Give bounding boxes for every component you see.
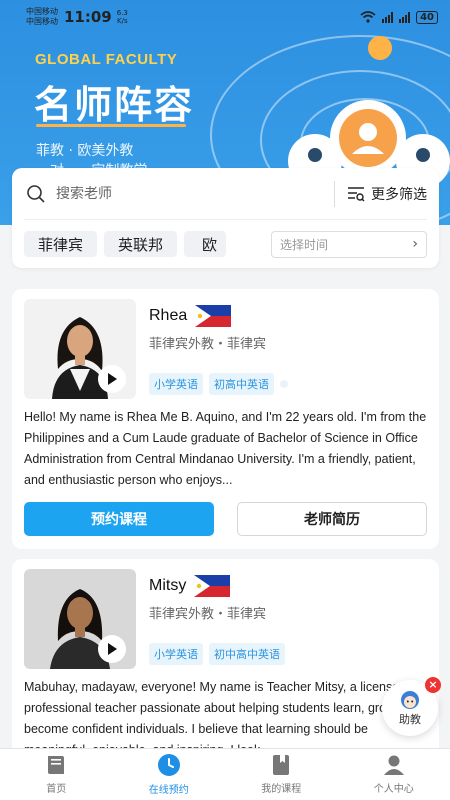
time-select[interactable]: 选择时间 › (271, 230, 427, 258)
book-icon (48, 756, 65, 774)
play-icon (108, 373, 117, 385)
book-course-button[interactable]: 预约课程 (24, 502, 214, 536)
nav-label: 我的课程 (261, 784, 302, 795)
region-chip-europe[interactable]: 欧 (184, 231, 227, 257)
teacher-bio: Hello! My name is Rhea Me B. Aquino, and… (24, 410, 427, 487)
more-tags-dot (280, 380, 288, 388)
subject-tag: 初中高中英语 (209, 643, 285, 665)
carrier-1: 中国移动 (26, 7, 58, 16)
teacher-bio: Mabuhay, madayaw, everyone! My name is T… (24, 680, 422, 757)
time-select-placeholder: 选择时间 (280, 237, 329, 252)
philippines-flag-icon (195, 305, 232, 327)
hero-tagline: 菲教 · 欧美外教 (36, 143, 134, 159)
nav-my-courses[interactable]: 我的课程 (225, 749, 338, 800)
nav-online-booking[interactable]: 在线预约 (113, 749, 226, 800)
search-icon (27, 184, 45, 203)
subject-tag: 小学英语 (149, 643, 203, 665)
decorative-dot (368, 36, 392, 60)
status-bar: 中国移动 中国移动 11:09 6.3 K/s 40 (0, 0, 450, 34)
philippines-flag-icon (194, 575, 231, 597)
title-underline (36, 124, 186, 127)
nav-label: 在线预约 (148, 785, 189, 796)
assistant-button[interactable]: 助教 × (382, 677, 441, 736)
signal-icon (399, 11, 411, 23)
nav-home[interactable]: 首页 (0, 749, 113, 800)
teacher-card[interactable]: Mitsy 菲律宾外教・菲律宾 小学英语 初中高中英语 Mabuhay, mad… (12, 559, 439, 759)
battery-icon: 40 (416, 10, 438, 24)
teacher-card[interactable]: Rhea 菲律宾外教・菲律宾 小学英语 初高中英语 Hello! My name… (12, 289, 439, 549)
bottom-navigation: 首页 在线预约 我的课程 个人中心 (0, 748, 450, 800)
chevron-right-icon: › (412, 236, 418, 252)
play-icon (108, 643, 117, 655)
teacher-photo[interactable] (24, 299, 136, 399)
nav-label: 首页 (46, 784, 67, 795)
assistant-avatar-icon (401, 690, 419, 709)
carrier-info: 中国移动 中国移动 (26, 7, 58, 27)
assistant-label: 助教 (399, 712, 421, 726)
teacher-meta: 菲律宾外教・菲律宾 (149, 607, 267, 622)
more-filter-button[interactable]: 更多筛选 (347, 184, 427, 204)
signal-icon (382, 11, 394, 23)
wifi-icon (360, 11, 376, 23)
play-video-button[interactable] (98, 635, 126, 663)
network-speed: 6.3 K/s (116, 9, 128, 25)
carrier-2: 中国移动 (26, 17, 58, 26)
filter-label: 更多筛选 (371, 186, 427, 203)
nav-label: 个人中心 (373, 784, 414, 795)
subject-tag: 初高中英语 (209, 373, 274, 395)
bookmark-icon (273, 755, 290, 775)
clock: 11:09 (64, 8, 112, 26)
hero-subtitle: GLOBAL FACULTY (35, 51, 178, 68)
hero-title: 名师阵容 (34, 83, 195, 127)
region-chip-philippines[interactable]: 菲律宾 (24, 231, 98, 257)
subject-tag: 小学英语 (149, 373, 203, 395)
nav-profile[interactable]: 个人中心 (338, 749, 450, 800)
teacher-profile-button[interactable]: 老师简历 (237, 502, 427, 536)
teacher-photo[interactable] (24, 569, 136, 669)
close-icon[interactable]: × (425, 677, 441, 693)
person-icon (383, 755, 404, 775)
divider (334, 180, 335, 207)
search-input[interactable] (56, 185, 334, 202)
teacher-name: Rhea (149, 307, 188, 324)
clock-icon (157, 754, 180, 776)
teacher-name: Mitsy (149, 577, 187, 594)
teacher-meta: 菲律宾外教・菲律宾 (149, 337, 267, 352)
region-chip-commonwealth[interactable]: 英联邦 (104, 231, 178, 257)
filter-icon (348, 186, 365, 201)
search-filter-card: 更多筛选 菲律宾 英联邦 欧 选择时间 › (12, 168, 439, 268)
play-video-button[interactable] (98, 365, 126, 393)
